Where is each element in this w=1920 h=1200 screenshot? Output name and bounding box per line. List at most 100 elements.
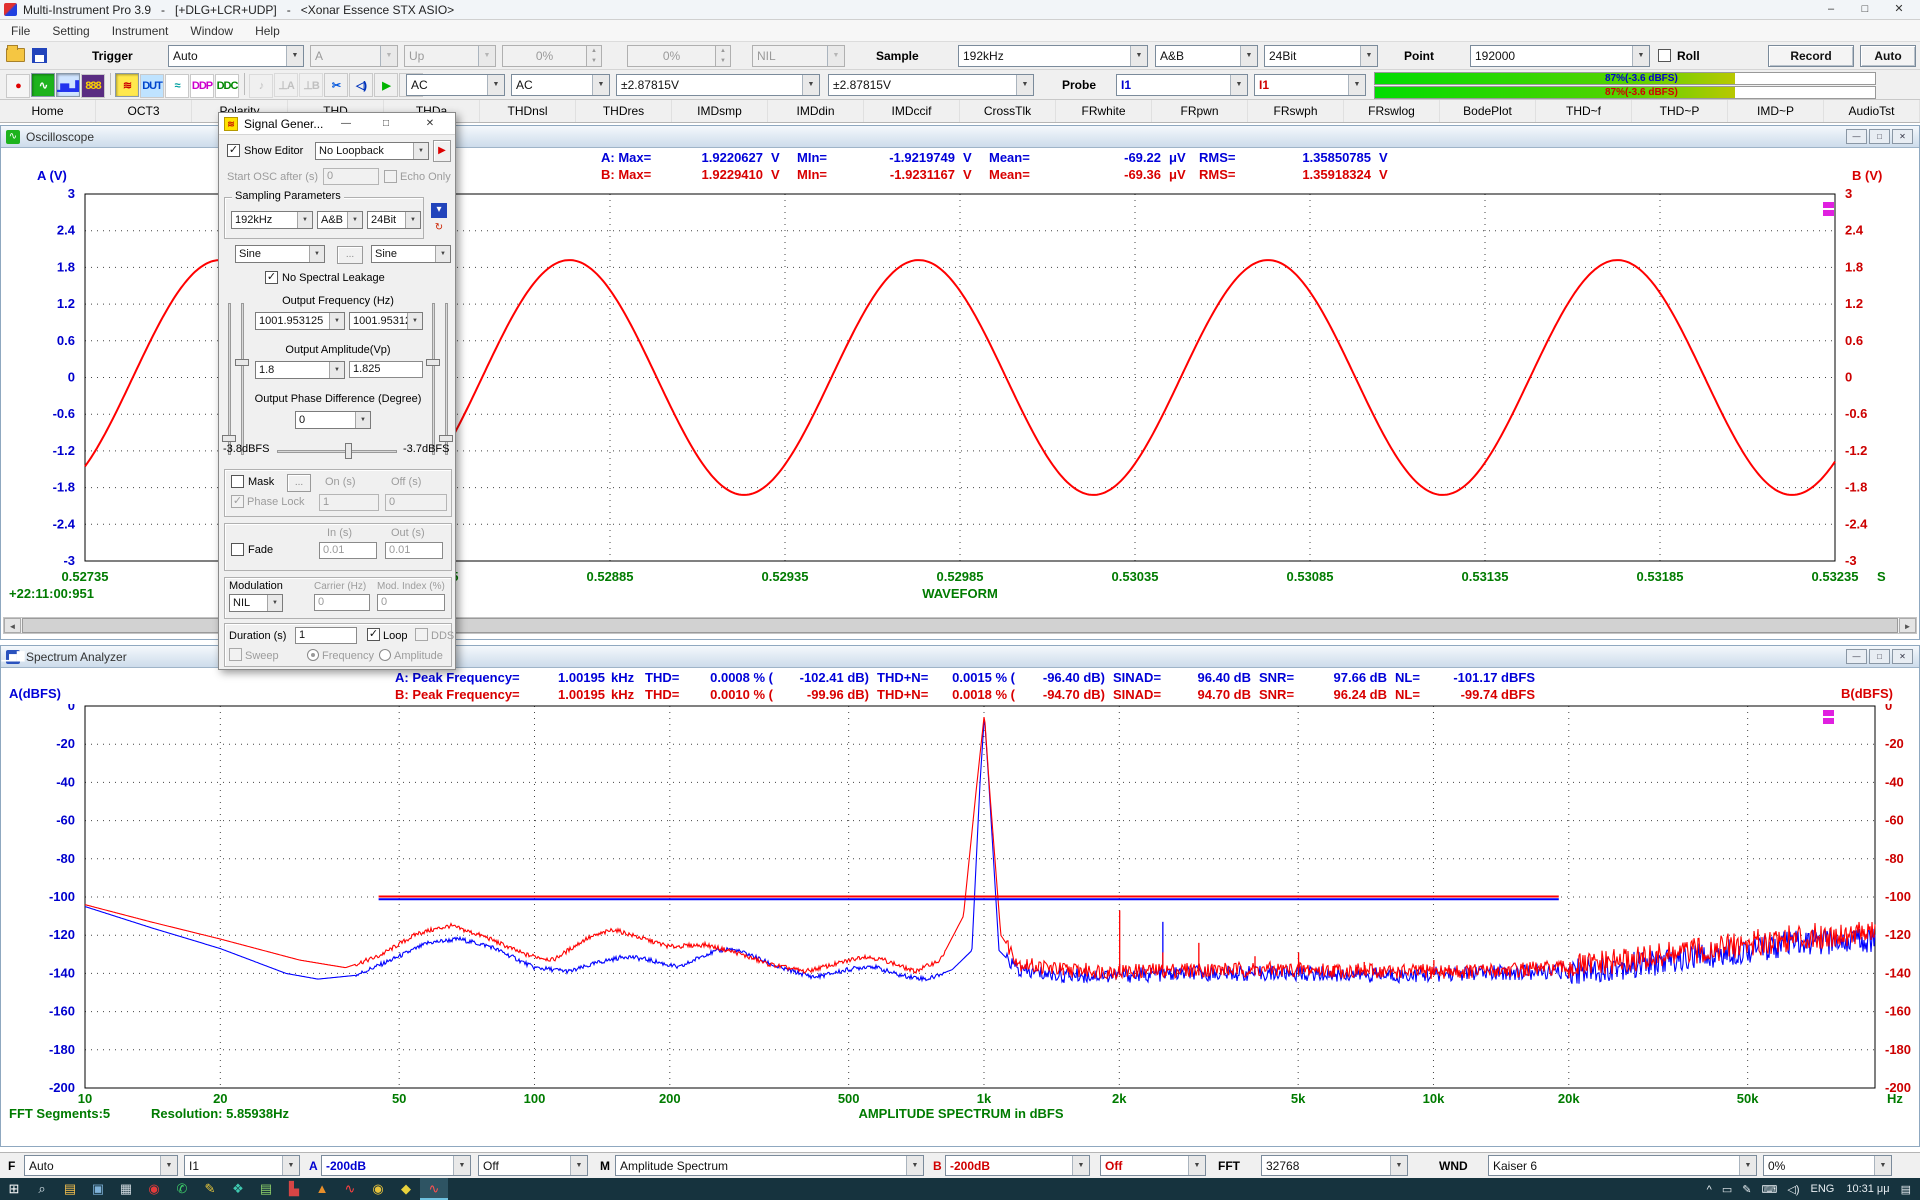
menu-help[interactable]: Help — [244, 24, 291, 38]
frequency-probe-select[interactable]: I1▼ — [184, 1155, 300, 1176]
waveform-more-button[interactable]: ... — [337, 246, 363, 264]
dut-icon[interactable]: DUT — [140, 74, 164, 98]
tab-frswph[interactable]: FRswph — [1248, 100, 1344, 122]
coupling-b-select[interactable]: AC▼ — [511, 74, 610, 96]
save-icon[interactable] — [32, 48, 47, 63]
range-b-select[interactable]: ±2.87815V▼ — [828, 74, 1034, 96]
range-a-select[interactable]: ±2.87815V▼ — [616, 74, 820, 96]
language-indicator[interactable]: ENG — [1804, 1183, 1840, 1195]
fft-size-select[interactable]: 32768▼ — [1261, 1155, 1408, 1176]
overlap-select[interactable]: 0%▼ — [1763, 1155, 1892, 1176]
app-pdf-icon[interactable]: ▙ — [280, 1178, 308, 1200]
mask-checkbox[interactable] — [231, 475, 244, 488]
window-close-button[interactable]: ✕ — [1882, 0, 1916, 19]
tab-imdccif[interactable]: IMDccif — [864, 100, 960, 122]
sound-device-icon[interactable]: ◁) — [349, 73, 373, 97]
calibration-icon[interactable]: ✂ — [324, 73, 348, 97]
menu-window[interactable]: Window — [179, 24, 244, 38]
generator-bits-select[interactable]: 24Bit▼ — [367, 211, 421, 229]
record-button[interactable]: Record — [1768, 45, 1854, 67]
sample-rate-select[interactable]: 192kHz▼ — [958, 45, 1148, 67]
tab-thd~f[interactable]: THD~f — [1536, 100, 1632, 122]
tray-expand-icon[interactable]: ^ — [1702, 1184, 1717, 1196]
tray-volume-icon[interactable]: ◁) — [1782, 1184, 1804, 1196]
loopback-select[interactable]: No Loopback▼ — [315, 142, 429, 160]
probe-a-select[interactable]: I1▼ — [1116, 74, 1248, 96]
generator-save-icon[interactable]: ▾ — [431, 203, 447, 218]
app-opera-icon[interactable]: ◉ — [140, 1178, 168, 1200]
coupling-a-select[interactable]: AC▼ — [406, 74, 505, 96]
amplitude-b-slider[interactable] — [439, 435, 453, 442]
app-phone-icon[interactable]: ✆ — [168, 1178, 196, 1200]
file-explorer-icon[interactable]: ▤ — [56, 1178, 84, 1200]
dialog-close-button[interactable]: ✕ — [415, 114, 445, 134]
window-maximize-button[interactable]: □ — [1848, 0, 1882, 19]
app-antivirus-icon[interactable]: ❖ — [224, 1178, 252, 1200]
ddc-icon[interactable]: DDC — [215, 74, 239, 98]
spectrum-analyzer-icon[interactable]: ▁▅▂▇ — [56, 73, 80, 97]
no-spectral-leakage-checkbox[interactable] — [265, 271, 278, 284]
panel-restore-button[interactable]: □ — [1869, 649, 1890, 664]
generator-loop-icon[interactable]: ↻ — [431, 221, 447, 236]
dialog-maximize-button[interactable]: □ — [371, 114, 401, 134]
panel-minimize-button[interactable]: — — [1846, 649, 1867, 664]
phase-difference-select[interactable]: 0▼ — [295, 411, 371, 429]
app-chrome-icon[interactable]: ◉ — [364, 1178, 392, 1200]
tray-pen-icon[interactable]: ✎ — [1737, 1184, 1756, 1196]
points-select[interactable]: 192000▼ — [1470, 45, 1650, 67]
tray-keyboard-icon[interactable]: ⌨ — [1756, 1184, 1782, 1196]
app-calculator-icon[interactable]: ▦ — [112, 1178, 140, 1200]
show-editor-checkbox[interactable] — [227, 144, 240, 157]
menu-instrument[interactable]: Instrument — [101, 24, 180, 38]
amplitude-b-field[interactable]: 1.825 — [349, 361, 423, 378]
dialog-minimize-button[interactable]: — — [331, 114, 361, 134]
probe-b-select[interactable]: I1▼ — [1254, 74, 1366, 96]
panel-minimize-button[interactable]: — — [1846, 129, 1867, 144]
panel-restore-button[interactable]: □ — [1869, 129, 1890, 144]
app-photos-icon[interactable]: ▣ — [84, 1178, 112, 1200]
generator-start-button[interactable]: ▶ — [433, 140, 451, 162]
tab-home[interactable]: Home — [0, 100, 96, 122]
dbfs-slider-thumb[interactable] — [345, 443, 352, 459]
tab-imddin[interactable]: IMDdin — [768, 100, 864, 122]
run-icon[interactable]: ▶ — [374, 73, 398, 97]
b-persistence-select[interactable]: Off▼ — [1100, 1155, 1206, 1176]
amplitude-a-slider[interactable] — [222, 435, 236, 442]
channels-select[interactable]: A&B▼ — [1155, 45, 1258, 67]
analysis-mode-select[interactable]: Amplitude Spectrum▼ — [615, 1155, 924, 1176]
b-range-select[interactable]: -200dB▼ — [945, 1155, 1090, 1176]
trigger-mode-select[interactable]: Auto▼ — [168, 45, 304, 67]
record-icon[interactable]: ● — [6, 74, 30, 98]
tab-oct3[interactable]: OCT3 — [96, 100, 192, 122]
tray-tablet-icon[interactable]: ▭ — [1717, 1184, 1737, 1196]
tab-thdnsl[interactable]: THDnsl — [480, 100, 576, 122]
a-range-select[interactable]: -200dB▼ — [321, 1155, 471, 1176]
tab-frswlog[interactable]: FRswlog — [1344, 100, 1440, 122]
duration-field[interactable]: 1 — [295, 627, 357, 644]
roll-checkbox[interactable] — [1658, 49, 1671, 62]
tab-imdsmp[interactable]: IMDsmp — [672, 100, 768, 122]
scroll-right-icon[interactable]: ► — [1899, 618, 1916, 633]
tab-imd~p[interactable]: IMD~P — [1728, 100, 1824, 122]
search-button[interactable]: ⌕ — [28, 1178, 56, 1200]
start-button[interactable]: ⊞ — [0, 1178, 28, 1200]
window-minimize-button[interactable]: – — [1814, 0, 1848, 19]
clock[interactable]: 10:31 μμ — [1840, 1183, 1895, 1195]
tab-audiotst[interactable]: AudioTst — [1824, 100, 1920, 122]
ddp-icon[interactable]: DDP — [190, 74, 214, 98]
amplitude-a-select[interactable]: 1.8▼ — [255, 361, 345, 379]
window-function-select[interactable]: Kaiser 6▼ — [1488, 1155, 1757, 1176]
open-file-icon[interactable] — [6, 48, 25, 62]
panel-close-button[interactable]: ✕ — [1892, 129, 1913, 144]
menu-file[interactable]: File — [0, 24, 41, 38]
frequency-b-slider[interactable] — [426, 359, 440, 366]
app-security-icon[interactable]: ◆ — [392, 1178, 420, 1200]
frequency-mode-select[interactable]: Auto▼ — [24, 1155, 178, 1176]
frequency-a-select[interactable]: 1001.953125▼ — [255, 312, 345, 330]
app-multi-instrument-icon[interactable]: ∿ — [420, 1178, 448, 1200]
menu-setting[interactable]: Setting — [41, 24, 100, 38]
tab-thd~p[interactable]: THD~P — [1632, 100, 1728, 122]
oscilloscope-icon[interactable]: ∿ — [31, 73, 55, 97]
frequency-a-slider[interactable] — [235, 359, 249, 366]
tab-thdres[interactable]: THDres — [576, 100, 672, 122]
